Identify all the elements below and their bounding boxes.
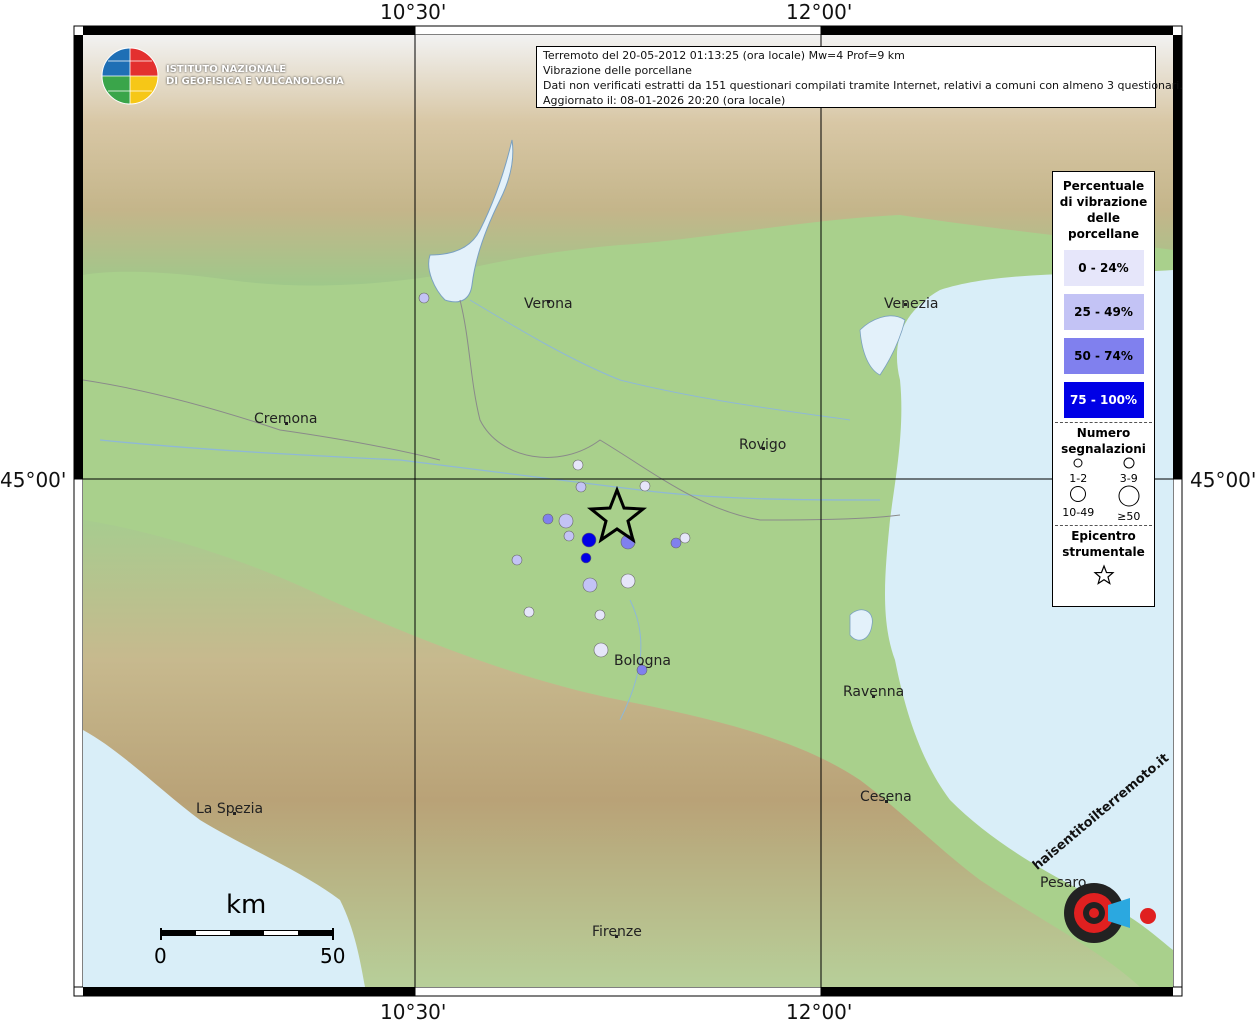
legend-count-1-2: 1-2 bbox=[1053, 457, 1104, 485]
city-label-venezia: Venezia bbox=[884, 296, 939, 312]
legend: Percentuale di vibrazione delle porcella… bbox=[1052, 171, 1155, 607]
legend-class-2-label: 50 - 74% bbox=[1074, 349, 1133, 363]
observation-point[interactable] bbox=[572, 459, 584, 471]
scale-min-label: 0 bbox=[154, 944, 167, 968]
legend-title: Percentuale di vibrazione delle porcella… bbox=[1059, 179, 1148, 241]
star-icon bbox=[1092, 564, 1115, 585]
city-label-verona: Verona bbox=[524, 296, 573, 312]
ingv-name-line1: ISTITUTO NAZIONALE bbox=[166, 64, 287, 75]
legend-epicenter-title: Epicentro strumentale bbox=[1062, 529, 1145, 559]
scale-max-label: 50 bbox=[320, 944, 346, 968]
city-label-pesaro: Pesaro bbox=[1040, 875, 1087, 891]
event-info-line4: Aggiornato il: 08-01-2026 20:20 (ora loc… bbox=[543, 94, 786, 107]
circle-small-icon bbox=[1073, 458, 1083, 468]
city-label-cremona: Cremona bbox=[254, 411, 318, 427]
legend-count-50-plus: ≥50 bbox=[1104, 485, 1155, 523]
observation-point[interactable] bbox=[418, 292, 430, 304]
circle-xlarge-icon bbox=[1118, 485, 1140, 507]
ingv-globe-icon bbox=[101, 47, 159, 105]
city-label-la-spezia: La Spezia bbox=[196, 801, 264, 817]
event-info-line2: Vibrazione delle porcellane bbox=[543, 64, 692, 77]
legend-count-10-49-label: 10-49 bbox=[1062, 506, 1095, 519]
observation-point[interactable] bbox=[542, 513, 554, 525]
observation-point[interactable] bbox=[582, 577, 598, 593]
observation-point[interactable] bbox=[620, 573, 636, 589]
observation-point[interactable] bbox=[581, 532, 597, 548]
legend-class-0-label: 0 - 24% bbox=[1078, 261, 1129, 275]
observation-point[interactable] bbox=[593, 642, 609, 658]
legend-count-3-9-label: 3-9 bbox=[1119, 472, 1138, 485]
circle-large-icon bbox=[1070, 486, 1087, 502]
legend-class-3: 75 - 100% bbox=[1063, 382, 1144, 418]
observation-point[interactable] bbox=[558, 513, 574, 529]
observation-point[interactable] bbox=[580, 552, 592, 564]
legend-count-3-9: 3-9 bbox=[1104, 457, 1155, 485]
legend-count-10-49: 10-49 bbox=[1053, 485, 1104, 523]
circle-medium-icon bbox=[1123, 457, 1135, 469]
legend-count-1-2-label: 1-2 bbox=[1069, 472, 1088, 485]
observation-point[interactable] bbox=[670, 537, 682, 549]
city-label-cesena: Cesena bbox=[860, 789, 912, 805]
legend-count-50-plus-label: ≥50 bbox=[1117, 510, 1141, 523]
observation-point[interactable] bbox=[523, 606, 535, 618]
ingv-name: ISTITUTO NAZIONALE DI GEOFISICA E VULCAN… bbox=[166, 64, 344, 88]
ingv-logo: ISTITUTO NAZIONALE DI GEOFISICA E VULCAN… bbox=[100, 46, 344, 106]
legend-class-3-label: 75 - 100% bbox=[1069, 393, 1138, 407]
event-info-box: Terremoto del 20-05-2012 01:13:25 (ora l… bbox=[536, 46, 1183, 108]
legend-class-0: 0 - 24% bbox=[1063, 250, 1144, 286]
legend-class-2: 50 - 74% bbox=[1063, 338, 1144, 374]
observation-point[interactable] bbox=[594, 609, 606, 621]
city-label-firenze: Firenze bbox=[592, 924, 642, 940]
legend-class-1: 25 - 49% bbox=[1063, 294, 1144, 330]
observation-point[interactable] bbox=[511, 554, 523, 566]
observation-point[interactable] bbox=[639, 480, 651, 492]
city-label-bologna: Bologna bbox=[614, 653, 671, 669]
legend-class-1-label: 25 - 49% bbox=[1074, 305, 1133, 319]
city-label-rovigo: Rovigo bbox=[739, 437, 787, 453]
event-info-line1: Terremoto del 20-05-2012 01:13:25 (ora l… bbox=[543, 49, 905, 62]
event-info-line3: Dati non verificati estratti da 151 ques… bbox=[543, 79, 1183, 92]
city-label-ravenna: Ravenna bbox=[843, 684, 905, 700]
ingv-name-line2: DI GEOFISICA E VULCANOLOGIA bbox=[166, 76, 344, 87]
legend-count-title: Numero segnalazioni bbox=[1061, 426, 1146, 456]
scale-unit-label: km bbox=[226, 890, 267, 920]
observation-point[interactable] bbox=[563, 530, 575, 542]
observation-point[interactable] bbox=[575, 481, 587, 493]
observation-point[interactable] bbox=[679, 532, 691, 544]
